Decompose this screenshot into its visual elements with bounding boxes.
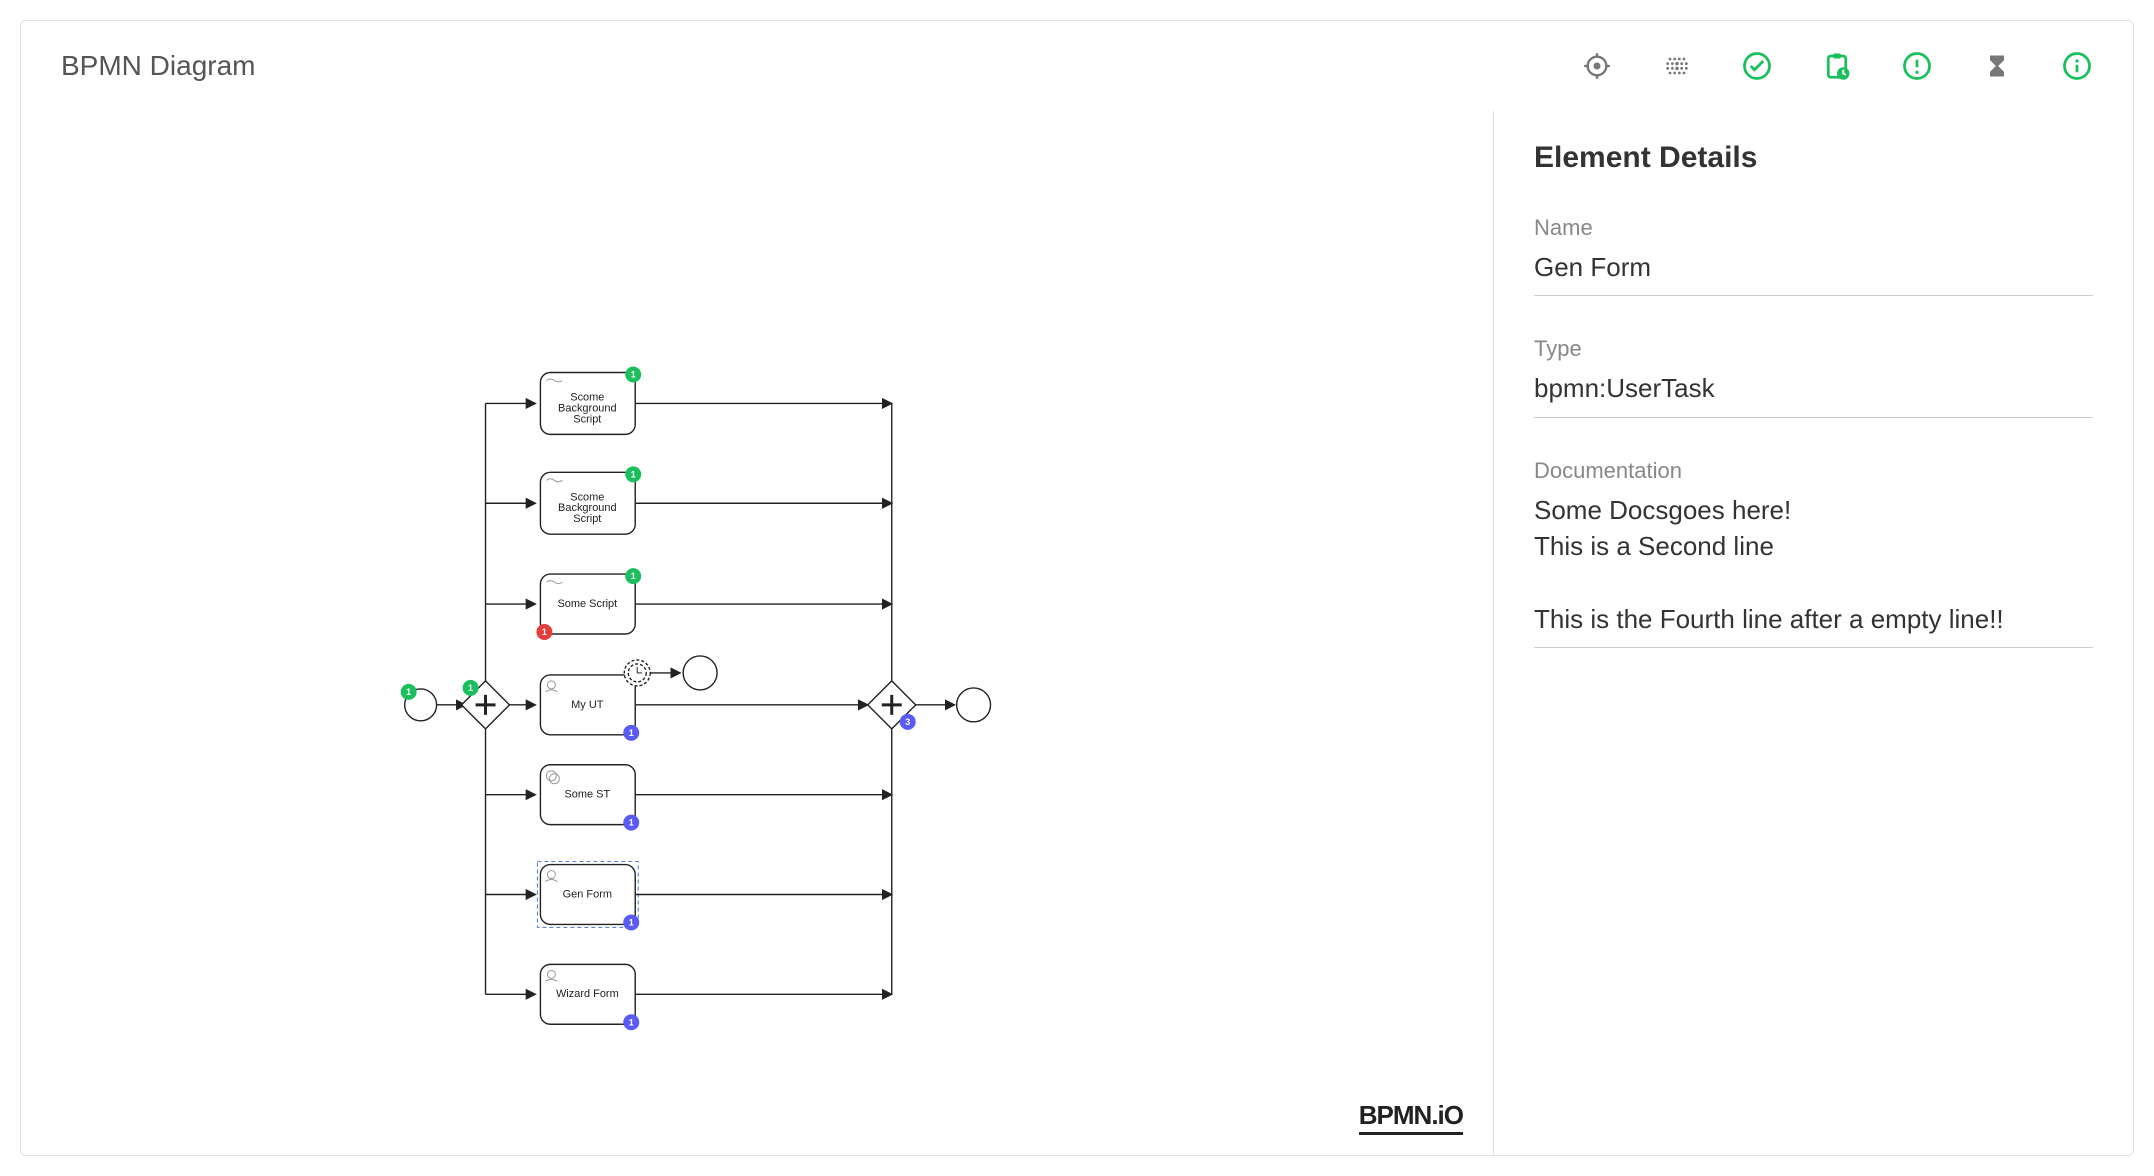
type-value: bpmn:UserTask bbox=[1534, 370, 2093, 417]
body: 1 1 3 bbox=[21, 111, 2133, 1155]
type-label: Type bbox=[1534, 336, 2093, 362]
svg-text:1: 1 bbox=[629, 728, 634, 738]
diagram-svg: 1 1 3 bbox=[21, 111, 1493, 1155]
svg-text:1: 1 bbox=[542, 627, 547, 637]
toolbar bbox=[1581, 50, 2093, 82]
svg-text:Gen Form: Gen Form bbox=[563, 888, 612, 900]
task-my-ut[interactable]: My UT 1 bbox=[509, 656, 867, 741]
grid-icon[interactable] bbox=[1661, 50, 1693, 82]
field-type: Type bpmn:UserTask bbox=[1534, 336, 2093, 417]
check-circle-icon[interactable] bbox=[1741, 50, 1773, 82]
task-wizard-form[interactable]: Wizard Form 1 bbox=[486, 964, 892, 1030]
svg-text:1: 1 bbox=[629, 818, 634, 828]
task-some-st[interactable]: Some ST 1 bbox=[486, 765, 892, 831]
svg-text:1: 1 bbox=[629, 917, 634, 927]
diagram-canvas[interactable]: 1 1 3 bbox=[21, 111, 1493, 1155]
svg-text:1: 1 bbox=[629, 1017, 634, 1027]
details-panel: Element Details Name Gen Form Type bpmn:… bbox=[1493, 111, 2133, 1155]
task-gen-form[interactable]: Gen Form 1 bbox=[486, 862, 892, 931]
svg-text:1: 1 bbox=[631, 469, 636, 479]
hourglass-icon[interactable] bbox=[1981, 50, 2013, 82]
clipboard-clock-icon[interactable] bbox=[1821, 50, 1853, 82]
svg-text:1: 1 bbox=[406, 687, 411, 697]
doc-label: Documentation bbox=[1534, 458, 2093, 484]
field-name: Name Gen Form bbox=[1534, 215, 2093, 296]
alert-circle-icon[interactable] bbox=[1901, 50, 1933, 82]
parallel-gateway-split[interactable]: 1 bbox=[462, 680, 510, 729]
svg-text:1: 1 bbox=[631, 369, 636, 379]
name-value[interactable]: Gen Form bbox=[1534, 249, 2093, 296]
svg-text:My UT: My UT bbox=[571, 699, 604, 711]
intermediate-event[interactable] bbox=[683, 656, 717, 690]
task-scome-bg-1[interactable]: ScomeBackgroundScript 1 bbox=[486, 367, 892, 435]
page-title: BPMN Diagram bbox=[61, 50, 255, 82]
svg-text:Some Script: Some Script bbox=[557, 598, 617, 610]
task-scome-bg-2[interactable]: ScomeBackgroundScript 1 bbox=[486, 466, 892, 534]
name-label: Name bbox=[1534, 215, 2093, 241]
doc-value[interactable]: Some Docsgoes here! This is a Second lin… bbox=[1534, 492, 2093, 649]
header: BPMN Diagram bbox=[21, 21, 2133, 111]
svg-text:Wizard Form: Wizard Form bbox=[556, 988, 619, 1000]
info-circle-icon[interactable] bbox=[2061, 50, 2093, 82]
svg-text:3: 3 bbox=[905, 717, 910, 727]
details-heading: Element Details bbox=[1534, 141, 2093, 175]
app-frame: BPMN Diagram bbox=[20, 20, 2134, 1156]
parallel-gateway-join[interactable]: 3 bbox=[868, 681, 916, 730]
task-some-script[interactable]: Some Script 1 1 bbox=[486, 568, 892, 640]
field-documentation: Documentation Some Docsgoes here! This i… bbox=[1534, 458, 2093, 649]
end-event[interactable] bbox=[957, 688, 991, 722]
svg-text:Some ST: Some ST bbox=[564, 789, 610, 801]
target-icon[interactable] bbox=[1581, 50, 1613, 82]
svg-text:1: 1 bbox=[631, 571, 636, 581]
bpmn-logo: BPMN.iO bbox=[1359, 1100, 1463, 1135]
svg-text:1: 1 bbox=[468, 683, 473, 693]
